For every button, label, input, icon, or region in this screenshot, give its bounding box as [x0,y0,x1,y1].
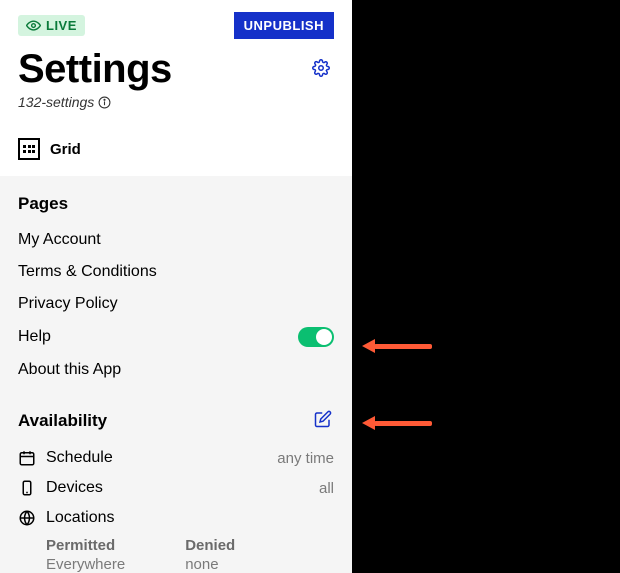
page-item-terms[interactable]: Terms & Conditions [18,256,334,288]
locations-permitted: Permitted Everywhere [46,537,125,573]
title-row: Settings [0,39,352,94]
page-item-label: Help [18,328,51,346]
locations-denied: Denied none [185,537,235,573]
page-item-label: Terms & Conditions [18,263,157,281]
help-toggle[interactable] [298,327,334,347]
availability-devices-row: Devices all [18,473,334,503]
locations-subrow: Permitted Everywhere Denied none [18,537,334,573]
layout-row[interactable]: Grid [0,122,352,176]
globe-icon [18,509,36,527]
page-item-my-account[interactable]: My Account [18,224,334,256]
unpublish-button[interactable]: UNPUBLISH [234,12,334,39]
edit-icon [314,410,332,428]
slug-info-button[interactable] [98,96,111,109]
devices-label: Devices [46,479,103,497]
slug-row: 132-settings [0,94,352,122]
live-badge-text: LIVE [46,18,77,33]
header-top-row: LIVE UNPUBLISH [0,0,352,39]
pages-list: My Account Terms & Conditions Privacy Po… [18,224,334,386]
settings-gear-button[interactable] [308,55,334,84]
page-item-help[interactable]: Help [18,320,334,354]
lower-section: Pages My Account Terms & Conditions Priv… [0,176,352,573]
availability-locations-row: Locations [18,503,334,533]
pages-section-title: Pages [18,194,334,214]
live-badge: LIVE [18,15,85,36]
page-item-label: About this App [18,361,121,379]
calendar-icon [18,449,36,467]
page-item-label: Privacy Policy [18,295,118,313]
annotation-arrow [362,416,432,430]
schedule-value: any time [277,450,334,467]
layout-label: Grid [50,141,81,158]
availability-header: Availability [18,408,334,433]
availability-schedule-row: Schedule any time [18,443,334,473]
page-item-about[interactable]: About this App [18,354,334,386]
permitted-label: Permitted [46,537,125,554]
eye-icon [26,18,41,33]
device-icon [18,479,36,497]
gear-icon [312,59,330,77]
annotation-arrow [362,339,432,353]
page-item-label: My Account [18,231,101,249]
permitted-value: Everywhere [46,556,125,573]
settings-panel: LIVE UNPUBLISH Settings 132-settings Gri… [0,0,352,571]
grid-icon [18,138,40,160]
info-icon [98,96,111,109]
locations-label: Locations [46,509,115,527]
page-item-privacy[interactable]: Privacy Policy [18,288,334,320]
availability-section-title: Availability [18,411,107,431]
slug-text: 132-settings [18,94,94,110]
denied-value: none [185,556,235,573]
page-title: Settings [18,47,172,92]
schedule-label: Schedule [46,449,113,467]
devices-value: all [319,480,334,497]
availability-edit-button[interactable] [312,408,334,433]
denied-label: Denied [185,537,235,554]
